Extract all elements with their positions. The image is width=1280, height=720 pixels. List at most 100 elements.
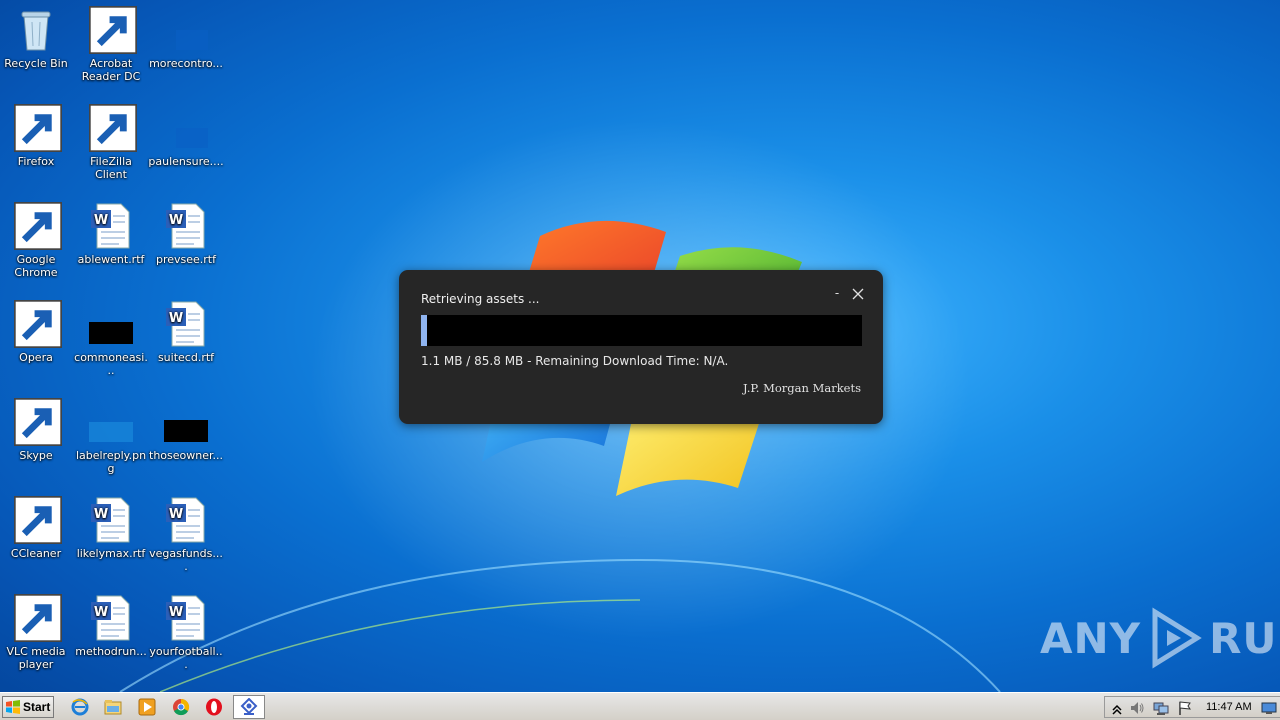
icon-label: morecontro... <box>149 57 223 70</box>
media-player-icon <box>138 698 156 716</box>
paulensure-file[interactable]: paulensure.... <box>148 104 224 168</box>
desktop-icon <box>1261 702 1277 714</box>
opera-taskbar-button[interactable] <box>205 698 223 716</box>
vlc-media-player-shortcut[interactable]: VLC media player <box>0 594 74 671</box>
opera-icon <box>206 698 222 716</box>
file-icon <box>87 300 135 348</box>
skype-shortcut[interactable]: S Skype <box>0 398 74 462</box>
explorer-icon <box>104 700 122 715</box>
file-icon <box>162 104 210 152</box>
progress-fill <box>421 315 427 346</box>
icon-label: vegasfunds.... <box>149 547 223 573</box>
firefox-shortcut[interactable]: Firefox <box>0 104 74 168</box>
icon-label: commoneasi... <box>74 351 148 377</box>
shortcut-arrow-icon <box>89 6 137 54</box>
file-icon <box>162 6 210 54</box>
close-icon[interactable] <box>851 287 865 301</box>
speaker-icon <box>1131 702 1144 714</box>
acrobat-reader-shortcut[interactable]: Acrobat Reader DC <box>73 6 149 83</box>
show-desktop-button[interactable] <box>1261 700 1277 716</box>
word-document-icon: W <box>162 496 210 544</box>
likelymax-rtf-file[interactable]: W likelymax.rtf <box>73 496 149 560</box>
word-document-icon: W <box>87 594 135 642</box>
network-button[interactable] <box>1153 700 1169 716</box>
prevsee-rtf-file[interactable]: W prevsee.rtf <box>148 202 224 266</box>
suitecd-rtf-file[interactable]: W suitecd.rtf <box>148 300 224 364</box>
chrome-taskbar-button[interactable] <box>172 698 190 716</box>
explorer-taskbar-button[interactable] <box>104 698 122 716</box>
svg-text:W: W <box>94 213 108 228</box>
shortcut-arrow-icon <box>14 202 62 250</box>
filezilla-shortcut[interactable]: FZ FileZilla Client <box>73 104 149 181</box>
flag-icon <box>1179 701 1192 715</box>
firefox-icon <box>12 104 62 152</box>
methodrun-file[interactable]: W methodrun... <box>73 594 149 658</box>
network-icon <box>1153 702 1169 715</box>
icon-label: ablewent.rtf <box>77 253 145 266</box>
media-player-taskbar-button[interactable] <box>138 698 156 716</box>
icon-label: suitecd.rtf <box>157 351 215 364</box>
volume-button[interactable] <box>1129 700 1145 716</box>
shortcut-arrow-icon <box>14 398 62 446</box>
download-progress-bar <box>421 315 862 346</box>
icon-label: Skype <box>19 449 53 462</box>
play-logo-icon <box>1152 607 1202 669</box>
shortcut-arrow-icon <box>14 300 62 348</box>
clock[interactable]: 11:47 AM <box>1206 701 1252 713</box>
word-document-icon: W <box>162 202 210 250</box>
opera-shortcut[interactable]: Opera <box>0 300 74 364</box>
svg-text:W: W <box>94 605 108 620</box>
action-center-button[interactable] <box>1177 700 1193 716</box>
ccleaner-shortcut[interactable]: CCleaner <box>0 496 74 560</box>
system-tray: 11:47 AM <box>1104 696 1280 718</box>
ablewent-rtf-file[interactable]: W ablewent.rtf <box>73 202 149 266</box>
dialog-title: Retrieving assets ... <box>421 292 540 306</box>
image-file-icon <box>87 398 135 446</box>
word-document-icon: W <box>162 594 210 642</box>
labelreply-png-file[interactable]: labelreply.png <box>73 398 149 475</box>
morecontro-file[interactable]: morecontro... <box>148 6 224 70</box>
ie-taskbar-button[interactable] <box>71 698 89 716</box>
watermark-right-text: RUN <box>1209 613 1280 663</box>
icon-label: Firefox <box>17 155 55 168</box>
icon-label: labelreply.png <box>75 449 147 475</box>
start-button[interactable]: Start <box>2 696 54 718</box>
svg-text:W: W <box>169 605 183 620</box>
word-document-icon: W <box>87 496 135 544</box>
shortcut-arrow-icon <box>89 104 137 152</box>
opera-icon <box>12 300 62 348</box>
taskbar: Start 11:47 AM <box>0 692 1280 720</box>
file-icon <box>162 398 210 446</box>
icon-label: Opera <box>19 351 53 364</box>
icon-label: Acrobat Reader DC <box>81 57 141 83</box>
chrome-icon <box>173 698 190 716</box>
icon-label: FileZilla Client <box>90 155 132 181</box>
chevron-up-icon <box>1112 704 1122 715</box>
svg-text:W: W <box>169 507 183 522</box>
recycle-bin-shortcut[interactable]: Recycle Bin <box>0 6 74 70</box>
svg-text:W: W <box>169 213 183 228</box>
vlc-icon <box>12 594 62 642</box>
windows-logo-icon <box>6 700 20 714</box>
recycle-bin-icon <box>12 6 60 54</box>
icon-label: thoseowner... <box>149 449 223 462</box>
start-label: Start <box>23 700 51 714</box>
google-chrome-shortcut[interactable]: Google Chrome <box>0 202 74 279</box>
minimize-button[interactable]: - <box>831 286 843 300</box>
active-app-taskbar-button[interactable] <box>233 695 265 719</box>
vegasfunds-file[interactable]: W vegasfunds.... <box>148 496 224 573</box>
svg-text:W: W <box>169 311 183 326</box>
icon-label: yourfootball... <box>149 645 223 671</box>
shortcut-arrow-icon <box>14 594 62 642</box>
yourfootball-file[interactable]: W yourfootball... <box>148 594 224 671</box>
icon-label: Google Chrome <box>14 253 58 279</box>
shortcut-arrow-icon <box>14 496 62 544</box>
icon-label: prevsee.rtf <box>155 253 216 266</box>
show-hidden-icons-button[interactable] <box>1109 700 1125 716</box>
word-document-icon: W <box>87 202 135 250</box>
app-icon <box>240 698 258 715</box>
commoneasi-file[interactable]: commoneasi... <box>73 300 149 377</box>
thoseowner-file[interactable]: thoseowner... <box>148 398 224 462</box>
icon-label: paulensure.... <box>148 155 224 168</box>
chrome-icon <box>12 202 62 250</box>
